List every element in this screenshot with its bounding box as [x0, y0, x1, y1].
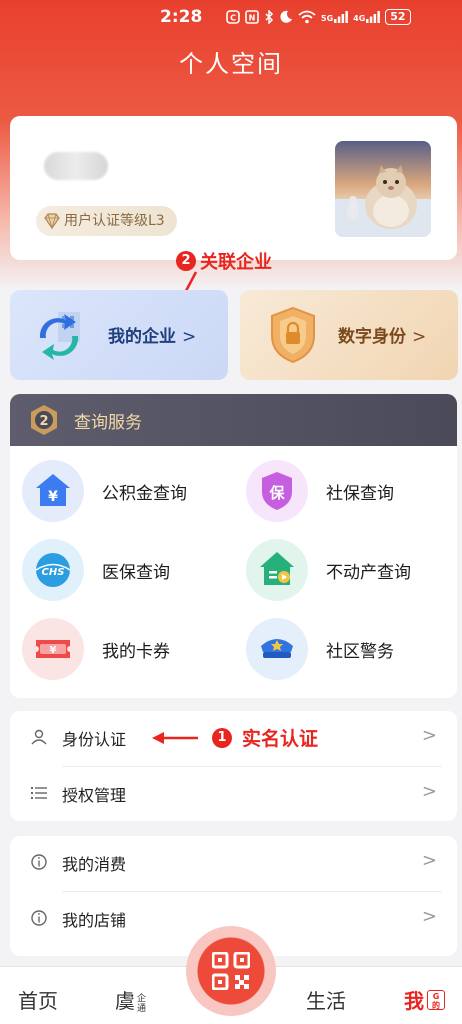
service-my-coupons[interactable]: ¥ 我的卡券: [22, 618, 170, 680]
tab-yu-enterprise[interactable]: 虞 企通: [115, 985, 146, 1014]
query-service-logo-icon: 2: [31, 405, 57, 435]
diamond-icon: [44, 213, 60, 230]
chevron-right-icon: >: [421, 906, 437, 927]
user-icon: [31, 729, 47, 745]
profile-card[interactable]: 用户认证等级L3: [10, 116, 457, 260]
annotation-number-2: 2: [176, 251, 196, 271]
status-time: 2:28: [160, 7, 203, 27]
info-icon: [31, 910, 47, 926]
menu-my-consumption[interactable]: 我的消费 >: [10, 836, 457, 890]
digital-identity-card[interactable]: 数字身份 >: [240, 290, 458, 380]
annotation-number-1: 1: [212, 727, 232, 748]
service-housing-fund[interactable]: ¥ 公积金查询: [22, 460, 187, 522]
profile-photo[interactable]: [335, 141, 431, 237]
blurred-username: [44, 152, 108, 180]
annotation-text-1: 实名认证: [242, 728, 319, 750]
svg-text:¥: ¥: [48, 489, 58, 505]
menu-label: 我的店铺: [62, 911, 127, 930]
svg-text:C: C: [230, 14, 236, 23]
svg-text:¥: ¥: [50, 645, 57, 656]
svg-text:保: 保: [268, 484, 285, 502]
service-label: 不动产查询: [326, 562, 411, 583]
nfc-icon: C: [226, 10, 240, 24]
service-label: 社区警务: [326, 641, 394, 662]
status-bar: 2:28 C N 5G 4G 52: [0, 0, 462, 36]
service-label: 公积金查询: [102, 483, 187, 504]
annotation-left-arrow-icon: [152, 731, 198, 744]
chevron-right-icon: >: [421, 725, 437, 746]
service-medical-insurance[interactable]: CHS 医保查询: [22, 539, 170, 601]
police-icon: [246, 618, 308, 680]
qr-code-button[interactable]: [186, 926, 276, 1016]
medical-insurance-icon: CHS: [22, 539, 84, 601]
status-icons: C N 5G 4G 52: [226, 9, 411, 25]
query-services-header: 2 查询服务: [10, 394, 457, 446]
menu-label: 授权管理: [62, 786, 127, 805]
enterprise-refresh-icon: [39, 312, 80, 360]
auth-level-label: 用户认证等级L3: [64, 213, 165, 229]
social-security-icon: 保: [246, 460, 308, 522]
coupon-icon: ¥: [22, 618, 84, 680]
moon-icon: [280, 10, 292, 23]
housing-fund-icon: ¥: [22, 460, 84, 522]
query-services-panel: 2 查询服务 ¥ 公积金查询 保 社保查询 CHS 医保查询 不动产查询 ¥ 我…: [10, 394, 457, 698]
tab-me[interactable]: 我 G的: [404, 985, 445, 1014]
menu-authorization[interactable]: 授权管理 >: [10, 767, 457, 821]
tab-home[interactable]: 首页: [18, 985, 58, 1014]
menu-label: 身份认证: [62, 730, 127, 749]
digital-identity-label: 数字身份 >: [338, 327, 427, 347]
list-icon: [31, 787, 47, 799]
qr-code-icon: [212, 952, 250, 990]
service-label: 社保查询: [326, 483, 394, 504]
service-label: 医保查询: [102, 562, 170, 583]
svg-text:2: 2: [39, 414, 48, 429]
chevron-right-icon: >: [421, 850, 437, 871]
service-social-security[interactable]: 保 社保查询: [246, 460, 394, 522]
page-title: 个人空间: [179, 50, 283, 78]
n-icon: N: [245, 10, 259, 24]
bluetooth-icon: [265, 10, 274, 24]
battery-indicator: 52: [385, 9, 411, 25]
query-services-title: 查询服务: [74, 413, 142, 433]
my-enterprise-card[interactable]: 我的企业 >: [10, 290, 228, 380]
4g-signal-icon: 4G: [353, 11, 381, 23]
menu-label: 我的消费: [62, 855, 127, 874]
annotation-text-2: 关联企业: [200, 252, 272, 273]
service-label: 我的卡券: [102, 641, 170, 662]
real-estate-icon: [246, 539, 308, 601]
chevron-right-icon: >: [421, 781, 437, 802]
shield-lock-icon: [271, 306, 315, 364]
svg-text:CHS: CHS: [42, 567, 65, 578]
my-enterprise-label: 我的企业 >: [108, 327, 197, 347]
service-community-police[interactable]: 社区警务: [246, 618, 394, 680]
me-badge-icon: G的: [427, 989, 445, 1010]
auth-level-badge[interactable]: 用户认证等级L3: [36, 206, 177, 236]
5g-signal-icon: 5G: [321, 11, 349, 23]
tab-life[interactable]: 生活: [306, 985, 346, 1014]
svg-text:N: N: [249, 14, 256, 23]
info-icon: [31, 854, 47, 870]
wifi-icon: [298, 10, 316, 24]
service-real-estate[interactable]: 不动产查询: [246, 539, 411, 601]
annotation-real-name: 1 实名认证: [152, 724, 318, 751]
